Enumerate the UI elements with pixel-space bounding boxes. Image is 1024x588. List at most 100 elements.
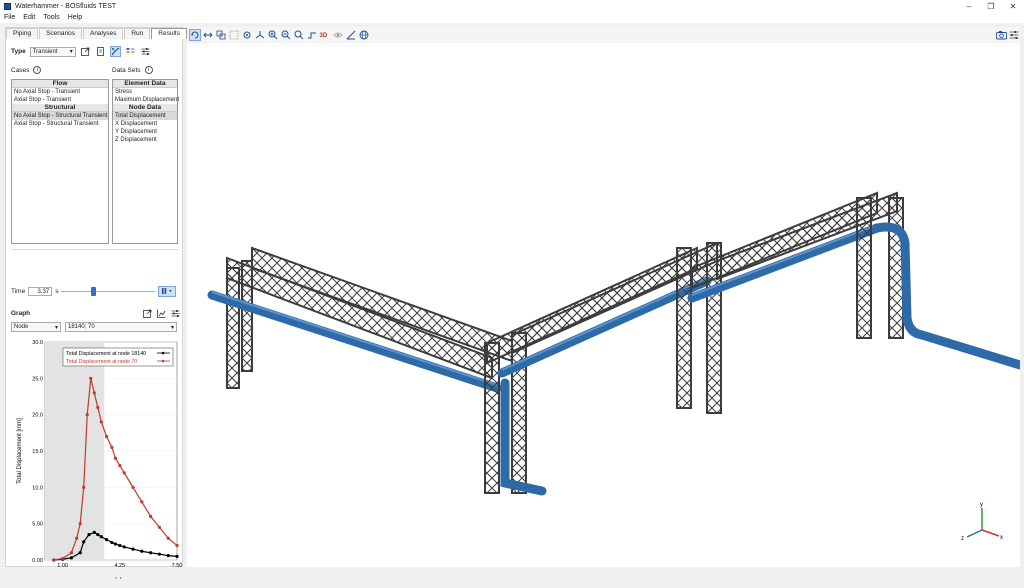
settings-sliders-icon[interactable] [170, 308, 181, 319]
node-icon[interactable] [241, 29, 253, 41]
list-item[interactable]: X Displacement [113, 120, 177, 128]
axes-icon[interactable] [254, 29, 266, 41]
data-point [110, 540, 114, 545]
time-unit: s [55, 287, 59, 295]
cases-list[interactable]: Flow No Axial Stop - Transient Axial Sto… [11, 79, 109, 244]
divider [11, 249, 179, 250]
list-item[interactable]: Y Displacement [113, 128, 177, 136]
chart-icon[interactable] [156, 308, 167, 319]
menu-file[interactable]: File [0, 14, 19, 21]
document-icon[interactable] [95, 46, 106, 57]
time-input[interactable]: 3.37 [28, 286, 53, 296]
export-icon[interactable] [142, 308, 153, 319]
y-tick-label: 20.0 [32, 413, 43, 419]
list-item[interactable]: Stress [113, 88, 177, 96]
slider-track [61, 290, 156, 292]
data-point [52, 558, 56, 562]
tab-results[interactable]: Results [151, 28, 187, 39]
eye-icon[interactable] [332, 29, 344, 41]
menu-tools[interactable]: Tools [39, 14, 63, 21]
legend-label: Total Displacement at node 18140 [66, 351, 146, 357]
legend-icon[interactable] [125, 46, 136, 57]
globe-icon[interactable] [358, 29, 370, 41]
view-3d-icon[interactable]: 3D [319, 29, 331, 41]
measure-icon[interactable] [345, 29, 357, 41]
list-item[interactable]: Z Displacement [113, 136, 177, 144]
axis-triad: y x z [961, 502, 1003, 542]
frame-icon[interactable] [215, 29, 227, 41]
data-point [69, 551, 73, 555]
svg-text:z: z [961, 536, 964, 542]
settings-sliders-icon[interactable] [140, 46, 151, 57]
viewport-toolbar: 3D [187, 27, 1020, 42]
data-point [113, 456, 117, 460]
legend-marker [161, 351, 165, 355]
list-item[interactable]: Total Displacement [113, 112, 177, 120]
graph-nodes-value: 18140; 70 [68, 324, 95, 330]
list-item[interactable]: No Axial Stop - Transient [12, 88, 108, 96]
tab-scenarios[interactable]: Scenarios [39, 28, 82, 39]
list-item[interactable]: Axial Stop - Transient [12, 96, 108, 104]
tab-analyses[interactable]: Analyses [82, 28, 124, 39]
model-viewport[interactable]: y x z [187, 43, 1024, 567]
data-point [110, 445, 114, 449]
time-label: Time [11, 287, 26, 295]
graph-nodes-select[interactable]: 18140; 70 ▾ [65, 322, 177, 332]
export-icon[interactable] [80, 46, 91, 57]
menu-help[interactable]: Help [64, 14, 86, 21]
data-point [122, 545, 126, 549]
data-point [92, 530, 96, 534]
displacement-mode-icon[interactable] [109, 46, 121, 57]
data-point [149, 514, 153, 518]
time-slider[interactable] [61, 286, 156, 296]
data-sets-list[interactable]: Element Data Stress Maximum Displacement… [112, 79, 179, 244]
info-icon[interactable]: i [33, 66, 42, 74]
type-value: Transient [32, 48, 58, 55]
data-point [87, 532, 91, 537]
select-box-icon[interactable] [228, 29, 240, 41]
rotate-icon[interactable] [189, 28, 201, 41]
list-item[interactable]: Axial Stop - Structural Transient [12, 120, 108, 128]
zoom-in-icon[interactable] [267, 29, 279, 41]
close-button[interactable]: ✕ [1002, 0, 1024, 12]
settings-sliders-icon[interactable] [1008, 29, 1020, 41]
data-point [157, 552, 161, 556]
pipe-rack-model: y x z [207, 191, 1024, 542]
data-point [105, 434, 109, 439]
y-tick-label: 10.0 [32, 485, 43, 491]
graph-mode-value: Node [14, 324, 29, 330]
slider-thumb[interactable] [90, 286, 96, 296]
info-icon[interactable]: i [144, 66, 153, 74]
restore-button[interactable]: ❐ [980, 0, 1002, 12]
data-group-element: Element Data [113, 80, 177, 88]
zoom-out-icon[interactable] [280, 29, 292, 41]
tab-run[interactable]: Run [124, 28, 151, 39]
type-select[interactable]: Transient ▾ [29, 46, 76, 57]
pan-icon[interactable] [202, 29, 214, 41]
data-point [118, 543, 122, 548]
list-item[interactable]: Maximum Displacement [113, 96, 179, 104]
zoom-fit-icon[interactable] [293, 29, 305, 41]
data-point [99, 535, 103, 539]
minimize-button[interactable]: – [958, 0, 980, 12]
pause-icon[interactable] [158, 285, 177, 297]
menu-edit[interactable]: Edit [19, 14, 39, 21]
chevron-down-icon: ▾ [170, 324, 174, 331]
data-point [61, 556, 65, 561]
list-item[interactable]: No Axial Stop - Structural Transient [12, 112, 108, 120]
svg-text:y: y [980, 502, 983, 508]
chevron-down-icon: ▾ [54, 324, 58, 331]
tab-piping[interactable]: Piping [6, 28, 39, 39]
time-row: Time 3.37 s [11, 285, 181, 297]
data-point [175, 554, 179, 558]
data-point [105, 538, 109, 542]
camera-icon[interactable] [995, 29, 1007, 41]
y-tick-label: 30.0 [32, 340, 43, 346]
data-point [69, 556, 73, 560]
data-point [131, 485, 135, 489]
data-point [82, 540, 86, 544]
graph-mode-select[interactable]: Node ▾ [11, 322, 61, 332]
data-point [92, 391, 96, 395]
data-point [89, 376, 93, 380]
step-icon[interactable] [306, 29, 318, 41]
